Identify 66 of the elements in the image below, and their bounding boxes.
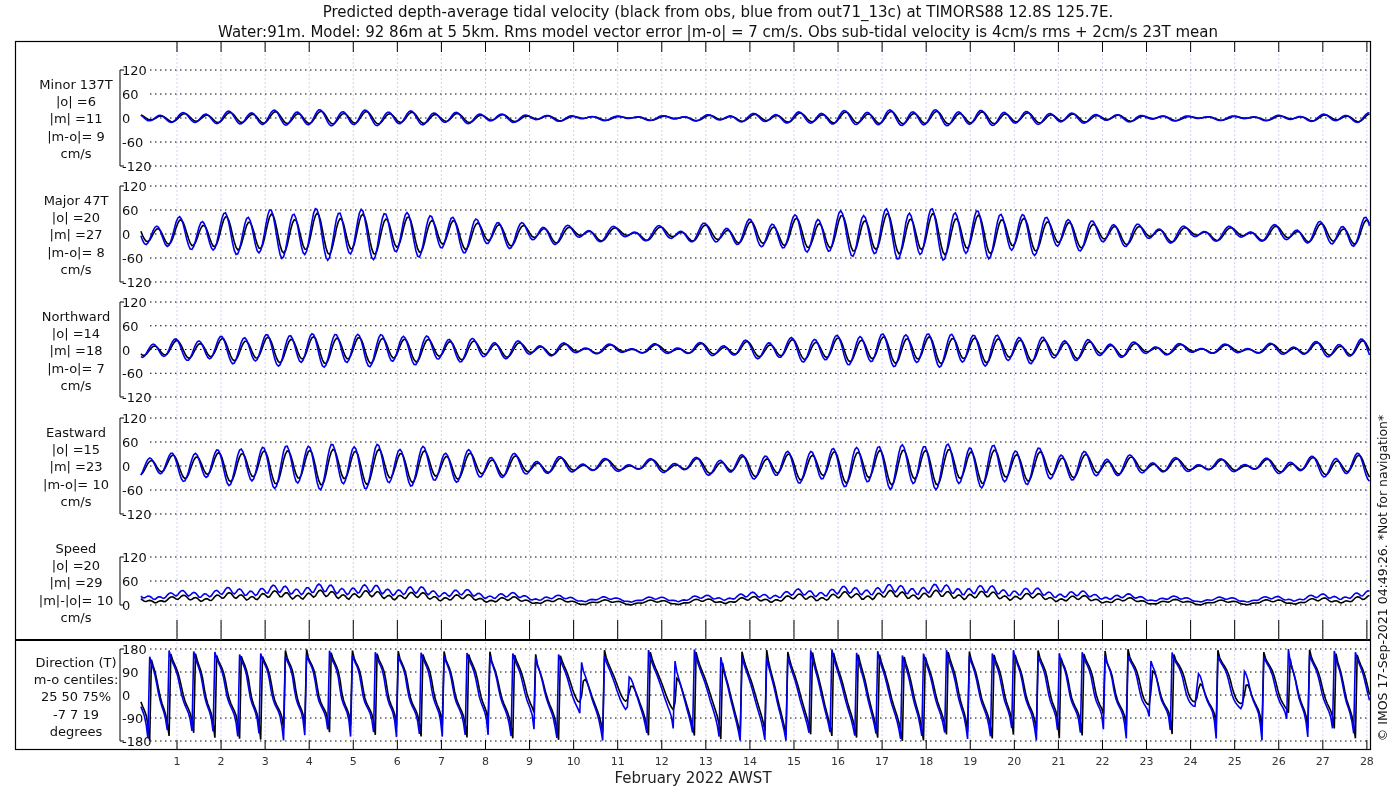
panel-label: Speed |o| =20 |m| =29 |m|-|o|= 10 cm/s xyxy=(38,541,114,625)
axis-tick-label: 120 xyxy=(122,179,147,194)
panel-label: Minor 137T |o| =6 |m| =11 |m-o|= 9 cm/s xyxy=(39,77,113,161)
axis-tick-label: -120 xyxy=(122,390,152,405)
axis-tick-label: 0 xyxy=(122,111,131,126)
axis-tick-label: -120 xyxy=(122,507,152,522)
axis-tick-label: -180 xyxy=(122,734,152,749)
axis-tick-label: 60 xyxy=(122,87,139,102)
axis-tick-label: 14 xyxy=(742,755,757,768)
panel-label: Northward |o| =14 |m| =18 |m-o|= 7 cm/s xyxy=(41,309,111,393)
axis-tick-label: 12 xyxy=(654,755,669,768)
axis-tick-label: 7 xyxy=(437,755,445,768)
axis-tick-label: 60 xyxy=(122,318,139,334)
axis-tick-label: 28 xyxy=(1359,755,1374,768)
axis-tick-label: -60 xyxy=(122,366,144,382)
axis-tick-label: 60 xyxy=(122,203,139,218)
axis-tick-label: -90 xyxy=(122,711,144,726)
axis-tick-label: 26 xyxy=(1271,755,1286,768)
axis-tick-label: 25 xyxy=(1227,755,1242,768)
axis-title: February 2022 AWST xyxy=(614,769,772,787)
axis-tick-label: -120 xyxy=(122,159,152,174)
axis-tick-label: 24 xyxy=(1183,755,1198,768)
axis-tick-label: 0 xyxy=(122,342,131,358)
axis-tick-label: 18 xyxy=(919,755,934,768)
panel-label: Direction (T) m-o centiles: 25 50 75% -7 7 19 degrees xyxy=(33,655,119,739)
axis-tick-label: -60 xyxy=(122,483,144,498)
axis-tick-label: -60 xyxy=(122,135,144,150)
axis-tick-label: 10 xyxy=(566,755,581,768)
axis-tick-label: 4 xyxy=(305,755,313,768)
axis-tick-label: 15 xyxy=(787,755,801,768)
axis-tick-label: 22 xyxy=(1095,755,1110,768)
axis-tick-label: 23 xyxy=(1139,755,1154,768)
axis-tick-label: 0 xyxy=(122,459,131,474)
axis-tick-label: 3 xyxy=(261,755,269,768)
axis-tick-label: 0 xyxy=(122,688,131,703)
axis-tick-label: 120 xyxy=(122,295,147,310)
axis-tick-label: -60 xyxy=(122,251,144,266)
axis-tick-label: 19 xyxy=(963,755,978,768)
axis-tick-label: 0 xyxy=(122,227,131,242)
axis-tick-label: 16 xyxy=(831,755,846,768)
axis-tick-label: 21 xyxy=(1051,755,1066,768)
chart-title: Water:91m. Model: 92 86m at 5 5km. Rms model vector error |m-o| = 7 cm/s. Obs sub-tidal velocity is 4cm/s rms + 2cm/s 23T mean xyxy=(218,23,1218,41)
axis-tick-label: 120 xyxy=(122,411,147,426)
axis-tick-label: 20 xyxy=(1007,755,1022,768)
panel-label: Major 47T |o| =20 |m| =27 |m-o|= 8 cm/s xyxy=(43,193,109,277)
chart-title: Predicted depth-average tidal velocity (black from obs, blue from out71_13c) at TIMORS88 12.8S 125.7E. xyxy=(322,3,1114,21)
axis-tick-label: 5 xyxy=(349,755,357,768)
axis-tick-label: 90 xyxy=(122,665,139,680)
axis-tick-label: -120 xyxy=(122,275,152,290)
credit-text: © IMOS 17-Sep-2021 04:49:26. *Not for navigation* xyxy=(1375,414,1390,742)
axis-tick-label: 13 xyxy=(698,755,713,768)
axis-tick-label: 120 xyxy=(122,63,147,78)
axis-tick-label: 60 xyxy=(122,574,139,589)
axis-tick-label: 2 xyxy=(217,755,225,768)
axis-tick-label: 11 xyxy=(610,755,625,768)
axis-tick-label: 1 xyxy=(173,755,181,768)
axis-tick-label: 120 xyxy=(122,550,147,565)
axis-tick-label: 60 xyxy=(122,435,139,450)
axis-tick-label: 9 xyxy=(526,755,534,768)
axis-tick-label: 27 xyxy=(1315,755,1330,768)
axis-tick-label: 17 xyxy=(875,755,890,768)
axis-tick-label: 8 xyxy=(482,755,489,768)
axis-tick-label: 6 xyxy=(393,755,401,768)
axis-tick-label: 0 xyxy=(122,598,131,613)
axis-tick-label: 180 xyxy=(122,642,147,657)
panel-label: Eastward |o| =15 |m| =23 |m-o|= 10 cm/s xyxy=(43,425,109,509)
